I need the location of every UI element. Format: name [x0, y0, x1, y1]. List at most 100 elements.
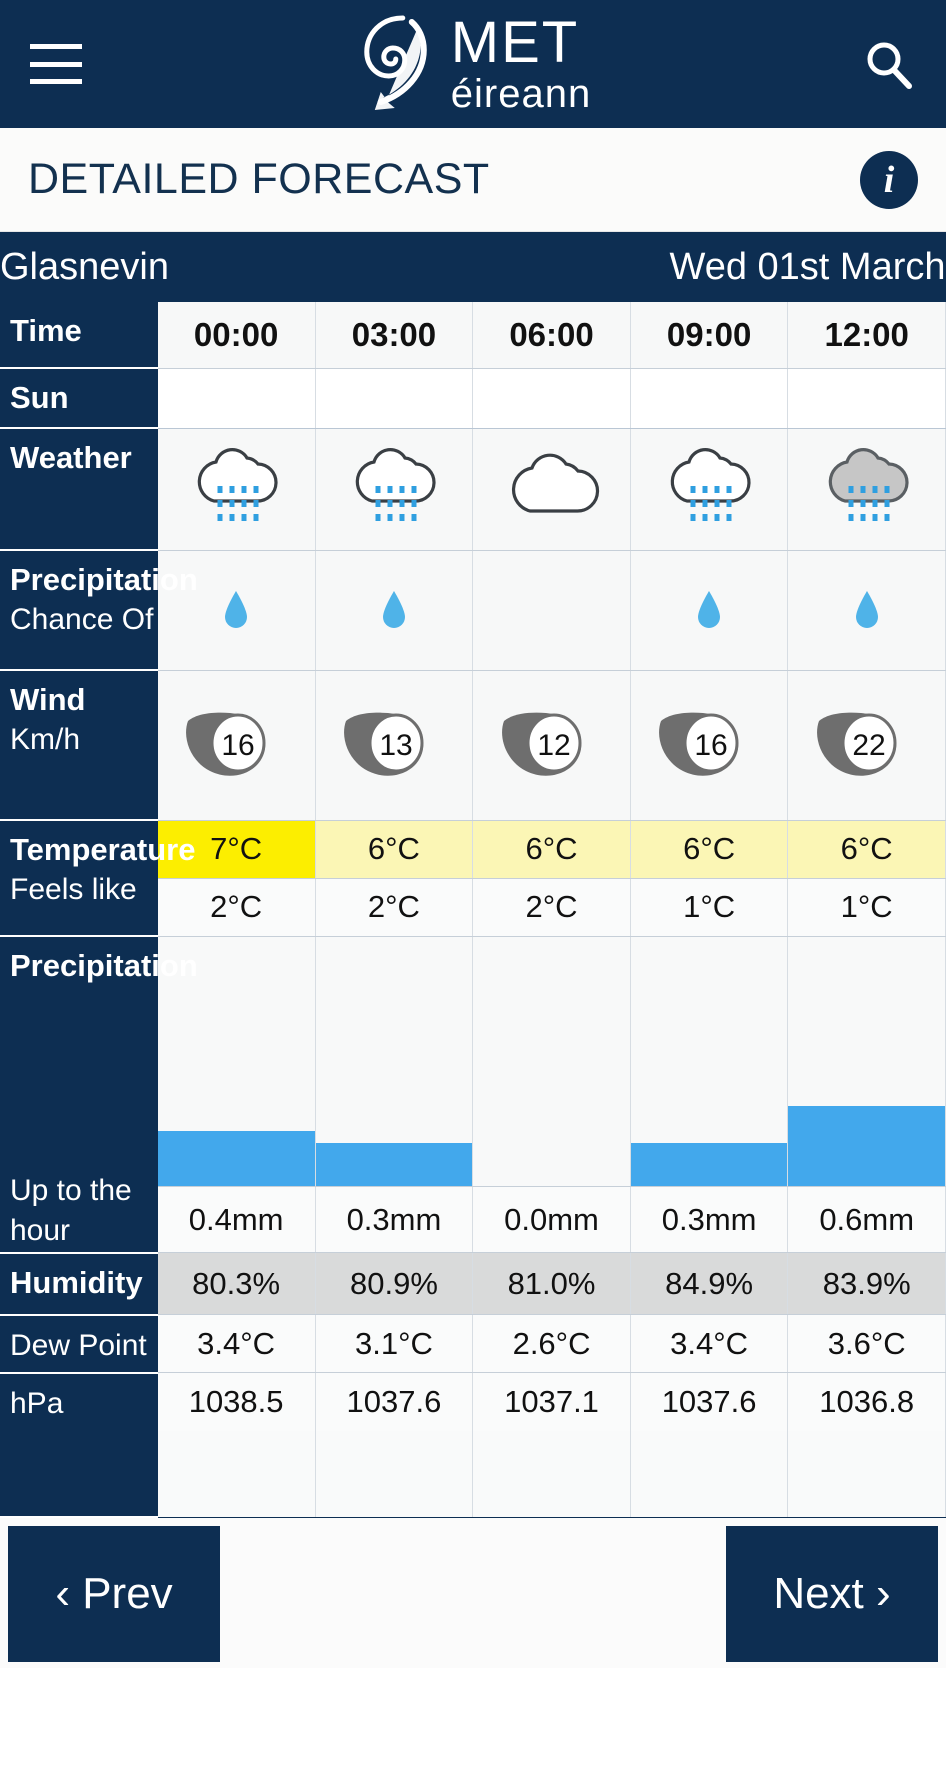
time-row: Time 00:00 03:00 06:00 09:00 12:00 — [0, 302, 946, 369]
precip-bar — [157, 1131, 315, 1187]
feels-like-cell: 1°C — [787, 878, 946, 937]
row-label-time-text: Time — [10, 313, 82, 348]
sun-cell — [315, 368, 474, 429]
sun-cell — [157, 368, 316, 429]
precip-mm-cell: 0.0mm — [472, 1186, 631, 1254]
temperature-row: Temperature Feels like 7°C 6°C 6°C 6°C 6… — [0, 820, 946, 937]
row-label-humidity-text: Humidity — [10, 1264, 143, 1300]
pressure-cell: 1038.5 — [157, 1372, 316, 1431]
pressure-cell: 1036.8 — [787, 1372, 946, 1431]
wind-cell: 22 — [787, 670, 946, 821]
row-label-hpa: hPa — [0, 1372, 158, 1518]
row-label-wind-main: Wind — [10, 682, 86, 717]
row-label-precipitation-chance: Precipitation Chance Of — [0, 550, 198, 671]
prev-day-button[interactable]: ‹ Prev — [8, 1525, 220, 1662]
weather-cell — [472, 428, 631, 551]
sun-cell — [472, 368, 631, 429]
humidity-cell: 80.3% — [157, 1252, 316, 1316]
cloud-icon — [473, 439, 630, 539]
wind-value: 13 — [379, 729, 412, 762]
met-eireann-swirl-icon — [364, 15, 427, 110]
pressure-cell: 1037.6 — [630, 1372, 789, 1431]
page-title: DETAILED FORECAST — [28, 155, 490, 203]
info-icon[interactable]: i — [860, 150, 918, 209]
humidity-cell: 83.9% — [787, 1252, 946, 1316]
humidity-cell: 84.9% — [630, 1252, 789, 1316]
wind-direction-icon: 13 — [316, 703, 473, 787]
forecast-table-container: Glasnevin Wed 01st March Time 00:00 03:0… — [0, 232, 946, 1518]
weather-cell — [787, 428, 946, 551]
precip-mm-cell: 0.3mm — [630, 1186, 789, 1254]
water-droplet-icon — [225, 591, 248, 628]
precip-bar-cell — [630, 936, 789, 1188]
feels-like-cell: 1°C — [630, 878, 789, 937]
temperature-cell: 6°C — [787, 820, 946, 879]
wind-row: Wind Km/h 16 13 12 16 22 — [0, 670, 946, 821]
row-label-precipitation: Precipitation Up to the hour — [0, 936, 198, 1254]
wind-cell: 12 — [472, 670, 631, 821]
wind-cell: 13 — [315, 670, 474, 821]
precipitation-bar-row: Precipitation Up to the hour — [0, 936, 946, 1254]
humidity-cell: 80.9% — [315, 1252, 474, 1316]
row-label-weather-text: Weather — [10, 440, 132, 475]
weather-row: Weather — [0, 428, 946, 551]
precip-chance-cell — [315, 550, 474, 671]
pressure-row: hPa 1038.5 1037.6 1037.1 1037.6 1036.8 — [0, 1372, 946, 1518]
feels-like-cell: 2°C — [315, 878, 474, 937]
wind-direction-icon: 16 — [631, 703, 788, 787]
row-label-dew-point-text: Dew Point — [10, 1328, 147, 1362]
wind-value: 12 — [537, 729, 570, 762]
wind-cell: 16 — [157, 670, 316, 821]
app-header: MET éireann — [0, 0, 946, 128]
wind-cell: 16 — [630, 670, 789, 821]
humidity-row: Humidity 80.3% 80.9% 81.0% 84.9% 83.9% — [0, 1252, 946, 1316]
precip-mm-cell: 0.6mm — [787, 1186, 946, 1254]
wind-value: 22 — [852, 729, 885, 762]
dew-point-cell: 2.6°C — [472, 1314, 631, 1374]
precip-bar — [315, 1143, 473, 1187]
precip-chance-cell — [472, 550, 631, 671]
search-icon[interactable] — [860, 36, 916, 92]
humidity-cell: 81.0% — [472, 1252, 631, 1316]
dew-point-cell: 3.1°C — [315, 1314, 474, 1374]
feels-like-cell: 2°C — [472, 878, 631, 937]
precip-chance-cell — [630, 550, 789, 671]
temperature-cell: 6°C — [315, 820, 474, 879]
precip-bar — [788, 1106, 945, 1187]
brand-subtitle: éireann — [450, 72, 592, 116]
rain-cloud-icon — [316, 439, 473, 539]
precipitation-chance-row: Precipitation Chance Of — [0, 550, 946, 671]
row-label-precip-chance-main: Precipitation — [10, 562, 198, 597]
feels-like-cell: 2°C — [157, 878, 316, 937]
dew-point-cell: 3.4°C — [157, 1314, 316, 1374]
time-cell: 12:00 — [787, 302, 946, 369]
row-label-time: Time — [0, 302, 158, 369]
hamburger-menu-icon[interactable] — [30, 44, 82, 84]
filler-cell — [157, 1430, 316, 1517]
row-label-hpa-text: hPa — [10, 1386, 64, 1420]
water-droplet-icon — [855, 591, 878, 628]
row-label-wind-sub: Km/h — [10, 722, 81, 756]
time-cell: 03:00 — [315, 302, 474, 369]
time-cell: 00:00 — [157, 302, 316, 369]
weather-cell — [630, 428, 789, 551]
wind-direction-icon: 16 — [158, 703, 315, 787]
row-label-precip-sub: Up to the hour — [10, 1173, 132, 1248]
rain-cloud-icon — [158, 439, 315, 539]
rain-cloud-icon — [631, 439, 788, 539]
filler-cell — [472, 1430, 631, 1517]
sun-cell — [630, 368, 789, 429]
filler-cell — [630, 1430, 789, 1517]
temperature-cell: 6°C — [472, 820, 631, 879]
row-label-sun: Sun — [0, 368, 158, 429]
precip-bar-cell — [315, 936, 474, 1188]
location-name: Glasnevin — [0, 232, 316, 302]
wind-direction-icon: 12 — [473, 703, 630, 787]
page-title-bar: DETAILED FORECAST i — [0, 128, 946, 232]
dew-point-cell: 3.6°C — [787, 1314, 946, 1374]
row-label-temp-main: Temperature — [10, 832, 196, 867]
next-day-button[interactable]: Next › — [726, 1525, 938, 1662]
row-label-weather: Weather — [0, 428, 158, 551]
precip-mm-cell: 0.4mm — [157, 1186, 316, 1254]
precip-chance-cell — [787, 550, 946, 671]
